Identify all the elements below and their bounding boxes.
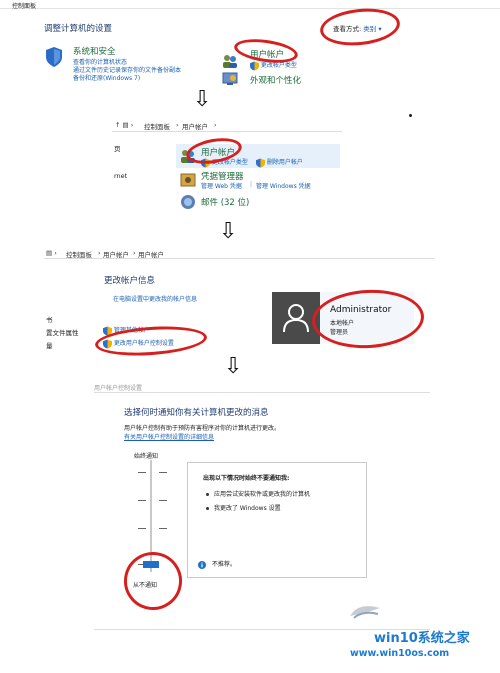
watermark-title: win10系统之家 xyxy=(374,631,470,646)
vault-icon xyxy=(180,173,196,187)
system-link-2[interactable]: 备份和还原(Windows 7) xyxy=(73,73,140,82)
nav-icons[interactable]: ▤ › xyxy=(46,249,57,257)
uac-description: 用户帐户控制有助于预防有害程序对你的计算机进行更改。 xyxy=(124,425,281,432)
uac-bullet-1: 我更改了 Windows 设置 xyxy=(206,503,281,512)
breadcrumb-sep: › xyxy=(133,249,136,257)
manage-web-credentials-link[interactable]: 管理 Web 凭据 xyxy=(201,181,242,190)
pc-settings-link[interactable]: 在电脑设置中更改我的帐户信息 xyxy=(113,294,197,303)
uac-heading: 选择何时通知你有关计算机更改的消息 xyxy=(124,408,269,418)
users-icon xyxy=(223,55,237,68)
bullet-icon xyxy=(206,493,209,496)
dot xyxy=(409,114,412,117)
panel1-heading: 调整计算机的设置 xyxy=(44,24,113,34)
change-account-type-link[interactable]: 更改帐户类型 xyxy=(261,62,297,69)
breadcrumb-sep: › xyxy=(98,249,101,257)
breadcrumb-2[interactable]: 用户帐户 xyxy=(138,249,164,259)
uac-shield-icon xyxy=(256,158,265,167)
system-security-title[interactable]: 系统和安全 xyxy=(73,45,116,57)
panel1-topbar-title: 控制面板 xyxy=(12,3,37,10)
appearance-icon xyxy=(222,72,238,85)
panel2-left-item-0[interactable]: 页 xyxy=(114,143,121,153)
info-icon xyxy=(198,560,206,569)
breadcrumb-1[interactable]: 用户帐户 xyxy=(182,121,208,131)
bullet-icon xyxy=(206,507,209,510)
uac-bullet-0: 应用尝试安装软件或更改我的计算机 xyxy=(206,489,310,498)
watermark-logo-icon xyxy=(350,606,380,619)
uac-box-title: 出现以下情况时始终不要通知我: xyxy=(203,475,290,482)
panel2-left-item-1[interactable]: rnet xyxy=(114,172,127,180)
annotation-oval xyxy=(318,4,402,50)
panel1-topbar: 控制面板 xyxy=(0,0,500,10)
panel3-left-item-2[interactable]: 量 xyxy=(46,340,53,350)
uac-note-row: 不推荐。 xyxy=(198,559,236,569)
uac-info-box: 出现以下情况时始终不要通知我: 应用尝试安装软件或更改我的计算机 我更改了 Wi… xyxy=(187,462,367,578)
panel2-addressbar: ↑ ▤ › 控制面板 › 用户帐户 › xyxy=(112,118,342,132)
mail-title[interactable]: 邮件 (32 位) xyxy=(201,196,249,208)
link-separator: | xyxy=(250,181,253,188)
mail-icon xyxy=(181,195,195,209)
panel3-addressbar: ▤ › 控制面板 › 用户帐户 › 用户帐户 xyxy=(44,247,434,259)
watermark-url: www.win10os.com xyxy=(350,648,450,659)
breadcrumb-sep: › xyxy=(214,121,217,129)
user-icon xyxy=(283,304,309,333)
slider-tick xyxy=(138,528,146,529)
down-arrow-icon: ⇩ xyxy=(193,87,212,112)
panel3-heading: 更改帐户信息 xyxy=(104,276,156,286)
slider-top-label: 始终通知 xyxy=(134,453,159,460)
slider-tick xyxy=(159,528,167,529)
shield-icon xyxy=(46,47,62,67)
manage-windows-credentials-link[interactable]: 管理 Windows 凭据 xyxy=(256,181,311,190)
uac-window-title: 用户帐户控制设置 xyxy=(94,385,143,392)
slider-tick xyxy=(159,472,167,473)
down-arrow-icon: ⇩ xyxy=(219,219,238,244)
uac-more-info-link[interactable]: 有关用户帐户控制设置的详细信息 xyxy=(124,432,214,441)
nav-icons[interactable]: ↑ ▤ › xyxy=(115,121,133,129)
uac-shield-icon xyxy=(250,61,259,70)
breadcrumb-0[interactable]: 控制面板 xyxy=(66,249,92,259)
panel3-left-item-1[interactable]: 置文件属性 xyxy=(46,327,79,337)
breadcrumb-1[interactable]: 用户帐户 xyxy=(103,249,129,259)
panel3-left-item-0[interactable]: 书 xyxy=(46,314,53,324)
slider-tick xyxy=(138,500,146,501)
divider xyxy=(94,392,430,393)
breadcrumb-sep: › xyxy=(176,121,179,129)
panel2-delete-row: 删除用户帐户 xyxy=(256,157,303,168)
down-arrow-icon: ⇩ xyxy=(224,354,243,379)
slider-tick xyxy=(138,472,146,473)
slider-tick xyxy=(159,500,167,501)
breadcrumb-0[interactable]: 控制面板 xyxy=(144,121,170,131)
uac-bullet-0-text: 应用尝试安装软件或更改我的计算机 xyxy=(214,491,311,498)
delete-user-account-link[interactable]: 删除用户帐户 xyxy=(267,159,303,166)
appearance-title[interactable]: 外观和个性化 xyxy=(250,74,301,86)
uac-note: 不推荐。 xyxy=(211,561,236,568)
uac-bullet-1-text: 我更改了 Windows 设置 xyxy=(214,505,281,512)
annotation-oval xyxy=(119,547,187,615)
